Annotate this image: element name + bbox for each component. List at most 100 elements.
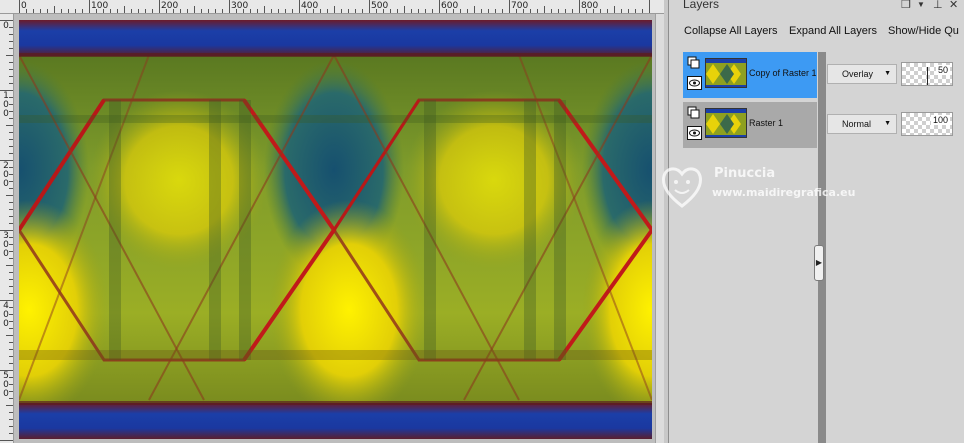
- layer-thumbnail: [705, 108, 747, 138]
- layer-row-raster-1[interactable]: Raster 1: [683, 102, 817, 148]
- expand-all-layers-button[interactable]: Expand All Layers: [789, 25, 877, 37]
- ruler-tick: [530, 9, 531, 13]
- ruler-tick: [9, 202, 13, 203]
- ruler-tick: [159, 0, 160, 13]
- ruler-label: 600: [441, 1, 459, 11]
- ruler-tick: [201, 9, 202, 13]
- layer-row-icons: [687, 56, 703, 94]
- ruler-tick: [642, 9, 643, 13]
- ruler-tick: [138, 9, 139, 13]
- dropdown-icon[interactable]: ▼: [917, 0, 925, 9]
- ruler-label: 800: [581, 1, 599, 11]
- image-canvas-area[interactable]: 0 100 200 300 400 500 600 700 800 0 1 0 0 2 0 0 3 0…: [0, 0, 664, 443]
- ruler-tick: [551, 9, 552, 13]
- ruler-tick: [264, 6, 265, 13]
- ruler-tick: [117, 9, 118, 13]
- layer-name[interactable]: Raster 1: [749, 118, 783, 128]
- ruler-label: 500: [371, 1, 389, 11]
- palette-title-bar: Layers ❐ ▼ ⊥ ✕: [669, 0, 964, 14]
- palette-title: Layers: [683, 0, 720, 11]
- show-hide-quick-button[interactable]: Show/Hide Qu: [888, 25, 959, 37]
- ruler-label: 4 0 0: [3, 301, 9, 329]
- heart-logo-icon: [662, 167, 702, 208]
- opacity-value[interactable]: 100: [930, 115, 950, 125]
- restore-icon[interactable]: ❐: [901, 0, 911, 11]
- ruler-tick: [285, 9, 286, 13]
- layer-group-icon[interactable]: [687, 56, 701, 70]
- layer-thumbnail: [705, 58, 747, 88]
- ruler-tick: [54, 6, 55, 13]
- chevron-down-icon: ▼: [884, 70, 891, 77]
- visibility-eye-icon[interactable]: [687, 126, 702, 140]
- ruler-tick: [9, 83, 13, 84]
- ruler-tick: [635, 9, 636, 13]
- ruler-tick: [9, 419, 13, 420]
- layer-list: Copy of Raster 1 Raster 1 ▶ Overlay ▼ 50…: [683, 52, 964, 443]
- ruler-tick: [334, 6, 335, 13]
- ruler-tick: [9, 216, 13, 217]
- ruler-tick: [9, 279, 13, 280]
- ruler-tick: [474, 6, 475, 13]
- layers-toolbar: Collapse All Layers Expand All Layers Sh…: [669, 22, 964, 42]
- ruler-tick: [9, 62, 13, 63]
- vertical-ruler: 0 1 0 0 2 0 0 3 0 0 4 0 0 5 0 0: [0, 14, 14, 443]
- opacity-slider[interactable]: 100: [901, 112, 953, 136]
- ruler-tick: [509, 0, 510, 13]
- ruler-tick: [6, 405, 13, 406]
- ruler-tick: [6, 125, 13, 126]
- ruler-tick: [558, 9, 559, 13]
- image-canvas[interactable]: [19, 20, 652, 439]
- visibility-eye-icon[interactable]: [687, 76, 702, 90]
- ruler-tick: [278, 9, 279, 13]
- pin-icon[interactable]: ⊥: [933, 0, 943, 11]
- ruler-label: 1 0 0: [3, 91, 9, 119]
- opacity-value[interactable]: 50: [935, 65, 950, 75]
- ruler-tick: [432, 9, 433, 13]
- ruler-tick: [271, 9, 272, 13]
- layer-group-icon[interactable]: [687, 106, 701, 120]
- ruler-tick: [397, 9, 398, 13]
- ruler-tick: [180, 9, 181, 13]
- collapse-all-layers-button[interactable]: Collapse All Layers: [684, 25, 778, 37]
- ruler-tick: [292, 9, 293, 13]
- ruler-tick: [9, 146, 13, 147]
- ruler-tick: [404, 6, 405, 13]
- ruler-tick: [9, 139, 13, 140]
- ruler-tick: [33, 9, 34, 13]
- vertical-scrollbar[interactable]: [655, 14, 664, 443]
- ruler-tick: [579, 0, 580, 13]
- layer-row-copy-of-raster-1[interactable]: Copy of Raster 1: [683, 52, 817, 98]
- horizontal-ruler: 0 100 200 300 400 500 600 700 800: [0, 0, 664, 14]
- chevron-down-icon: ▼: [884, 120, 891, 127]
- ruler-tick: [341, 9, 342, 13]
- ruler-tick: [40, 9, 41, 13]
- layer-properties-row: Normal ▼ 100: [827, 102, 964, 148]
- blend-mode-select[interactable]: Normal ▼: [827, 114, 897, 134]
- close-icon[interactable]: ✕: [949, 0, 958, 11]
- opacity-slider[interactable]: 50: [901, 62, 953, 86]
- layer-name[interactable]: Copy of Raster 1: [749, 68, 817, 78]
- ruler-tick: [439, 0, 440, 13]
- ruler-tick: [229, 0, 230, 13]
- opacity-slider-thumb[interactable]: [927, 67, 928, 85]
- ruler-label: 300: [231, 1, 249, 11]
- ruler-label: 0: [3, 21, 9, 31]
- ruler-tick: [628, 9, 629, 13]
- ruler-tick: [208, 9, 209, 13]
- ruler-tick: [257, 9, 258, 13]
- ruler-tick: [544, 6, 545, 13]
- ruler-tick: [9, 356, 13, 357]
- ruler-tick: [369, 0, 370, 13]
- blend-mode-select[interactable]: Overlay ▼: [827, 64, 897, 84]
- ruler-tick: [0, 440, 13, 441]
- blend-mode-value: Normal: [842, 119, 872, 129]
- ruler-tick: [6, 195, 13, 196]
- ruler-tick: [488, 9, 489, 13]
- ruler-label: 2 0 0: [3, 161, 9, 189]
- ruler-label: 200: [161, 1, 179, 11]
- divider-expand-handle[interactable]: ▶: [814, 245, 824, 281]
- ruler-tick: [6, 55, 13, 56]
- ruler-tick: [19, 0, 20, 13]
- ruler-tick: [9, 76, 13, 77]
- ruler-tick: [9, 41, 13, 42]
